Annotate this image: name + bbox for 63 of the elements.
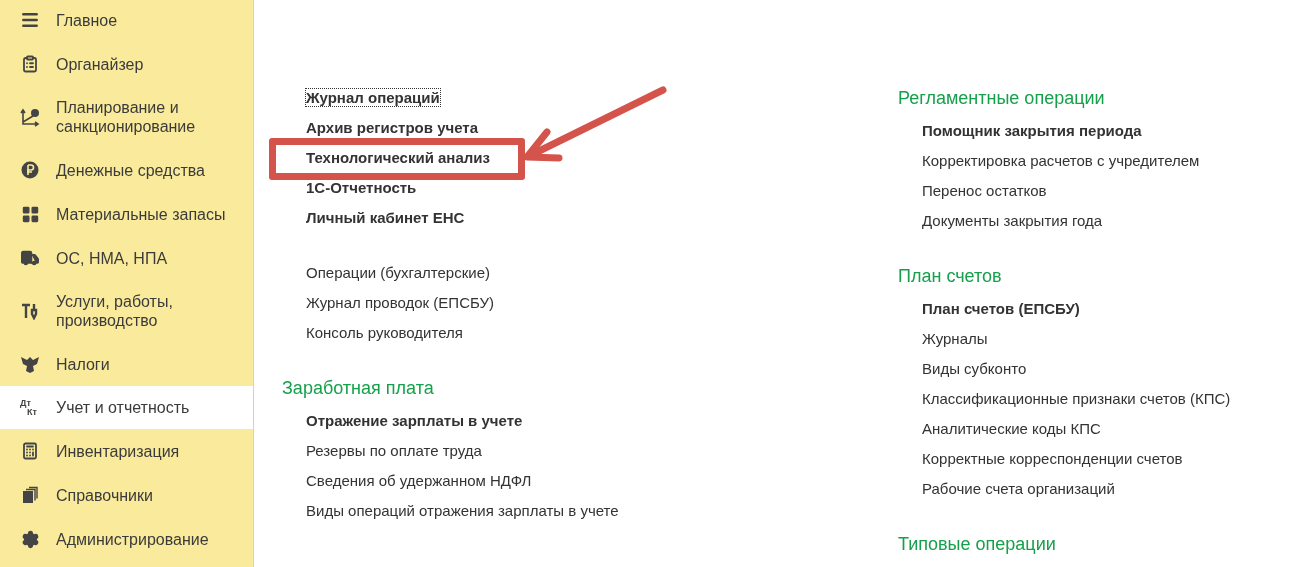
menu-link[interactable]: Помощник закрытия периода <box>922 122 1142 139</box>
sidebar-label: Инвентаризация <box>56 441 181 461</box>
eagle-emblem-icon <box>20 354 40 374</box>
documents-stack-icon <box>20 485 40 505</box>
sidebar-item[interactable]: Инвентаризация <box>0 429 253 473</box>
sidebar-item[interactable]: Органайзер <box>0 42 253 86</box>
sidebar-item[interactable]: Администрирование <box>0 517 253 561</box>
menu-link[interactable]: Резервы по оплате труда <box>306 442 482 459</box>
menu-link[interactable]: Консоль руководителя <box>306 324 463 341</box>
sidebar-item[interactable]: Налоги <box>0 342 253 386</box>
menu-link[interactable]: Аналитические коды КПС <box>922 420 1101 437</box>
sidebar-item[interactable]: Денежные средства <box>0 148 253 192</box>
menu-link[interactable]: 1С-Отчетность <box>306 179 417 196</box>
chart-axes-icon <box>20 107 40 127</box>
sidebar-label: Планирование и санкционирование <box>56 98 197 136</box>
tools-icon <box>20 301 40 321</box>
menu-link[interactable]: Отражение зарплаты в учете <box>306 412 523 429</box>
settings-icon <box>20 529 40 549</box>
grid-icon <box>20 204 40 224</box>
sidebar-item[interactable]: ОС, НМА, НПА <box>0 236 253 280</box>
menu-link[interactable]: Виды операций отражения зарплаты в учете <box>306 502 619 519</box>
sidebar-label: Услуги, работы, производство <box>56 292 174 330</box>
menu-link[interactable]: Виды субконто <box>922 360 1027 377</box>
menu-link[interactable]: Личный кабинет ЕНС <box>306 209 465 226</box>
sidebar-label: Справочники <box>56 485 154 505</box>
sidebar-label: Налоги <box>56 354 111 374</box>
calculator-icon <box>20 441 40 461</box>
sidebar-item[interactable]: Главное <box>0 0 253 42</box>
section-title: Типовые операции <box>898 533 1057 556</box>
menu-link[interactable]: Технологический анализ <box>306 149 490 166</box>
sidebar-label: Денежные средства <box>56 160 206 180</box>
truck-icon <box>20 248 40 268</box>
sidebar-item[interactable]: Услуги, работы, производство <box>0 280 253 342</box>
sidebar-label: Материальные запасы <box>56 204 227 224</box>
menu-link[interactable]: Перенос остатков <box>922 182 1047 199</box>
sidebar-label: Органайзер <box>56 54 145 74</box>
menu-link[interactable]: Операции (бухгалтерские) <box>306 264 490 281</box>
clipboard-icon <box>20 54 40 74</box>
menu-link[interactable]: Корректировка расчетов с учредителем <box>922 152 1200 169</box>
menu-link[interactable]: Рабочие счета организаций <box>922 480 1115 497</box>
menu-link[interactable]: Корректные корреспонденции счетов <box>922 450 1183 467</box>
sidebar-label: Главное <box>56 10 119 30</box>
sidebar-item[interactable]: Справочники <box>0 473 253 517</box>
sidebar-item[interactable]: Дт Кт Учет и отчетность <box>0 386 253 429</box>
ruble-coin-icon <box>20 160 40 180</box>
menu-link[interactable]: Сведения об удержанном НДФЛ <box>306 472 532 489</box>
menu-link[interactable]: Документы закрытия года <box>922 212 1103 229</box>
section-title: Регламентные операции <box>898 87 1106 110</box>
sidebar-label: Учет и отчетность <box>56 398 191 417</box>
menu-link[interactable]: Журнал проводок (ЕПСБУ) <box>306 294 494 311</box>
sidebar-item[interactable]: Планирование и санкционирование <box>0 86 253 148</box>
debit-credit-icon: Дт Кт <box>20 398 40 417</box>
menu-link[interactable]: Журнал операций <box>306 89 440 106</box>
section-title: План счетов <box>898 265 1003 288</box>
menu-link[interactable]: Архив регистров учета <box>306 119 478 136</box>
menu-link[interactable]: План счетов (ЕПСБУ) <box>922 300 1080 317</box>
sidebar-item[interactable]: Материальные запасы <box>0 192 253 236</box>
menu-icon <box>20 10 40 30</box>
section-title: Заработная плата <box>282 377 435 400</box>
sidebar-label: Администрирование <box>56 529 210 549</box>
menu-link[interactable]: Классификационные признаки счетов (КПС) <box>922 390 1231 407</box>
menu-link[interactable]: Журналы <box>922 330 988 347</box>
sidebar-label: ОС, НМА, НПА <box>56 248 169 268</box>
